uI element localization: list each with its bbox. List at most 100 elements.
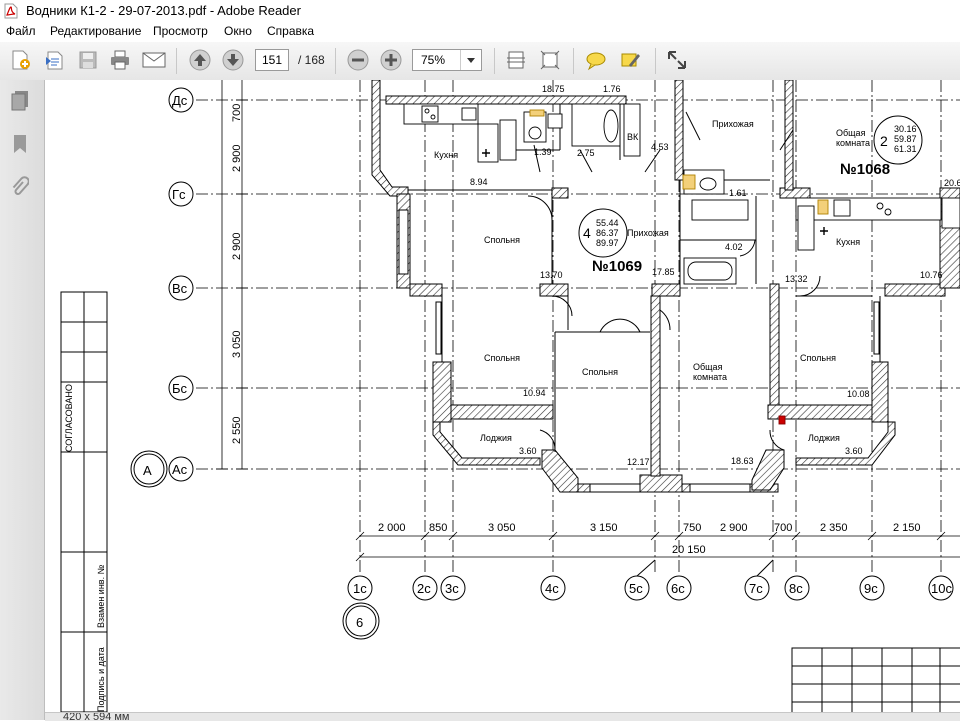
- row-dim-1: 700: [231, 104, 243, 122]
- room-kitchen-1069: Кухня: [434, 150, 458, 160]
- area-label-f: 1.61: [729, 188, 747, 198]
- apt-1069-number: №1069: [592, 258, 642, 275]
- area-label-c: 1.39: [534, 147, 552, 157]
- room-hall-1068-area: 4.02: [725, 242, 743, 252]
- email-button[interactable]: [141, 47, 167, 73]
- zoom-in-button[interactable]: [378, 47, 404, 73]
- area-label-e: 4.53: [651, 142, 669, 152]
- chevron-down-icon[interactable]: [460, 50, 481, 70]
- room-loggia-1: Лоджия: [480, 433, 512, 443]
- room-living-1: Общая комната: [693, 362, 727, 382]
- next-page-button[interactable]: [220, 47, 246, 73]
- room-bedroom-3-area: 12.17: [627, 457, 650, 467]
- column-dimension-chain: [355, 531, 960, 562]
- room-bedroom-3: Спольня: [582, 367, 618, 377]
- zoom-value: 75%: [421, 53, 446, 67]
- document-view[interactable]: СОГЛАСОВАНО Взамен инв. № Подпись и дата: [45, 80, 960, 712]
- col-dim-9: 2 150: [893, 522, 921, 534]
- apt-1068-area-total: 59.87: [894, 134, 917, 144]
- area-label-b: 1.76: [603, 84, 621, 94]
- stamp-label-replace: Взамен инв. №: [96, 564, 106, 628]
- menu-edit[interactable]: Редактирование: [50, 24, 141, 38]
- col-dim-5: 750: [683, 522, 701, 534]
- window-title: Водники К1-2 - 29-07-2013.pdf - Adobe Re…: [26, 3, 301, 18]
- fit-width-button[interactable]: [503, 47, 529, 73]
- fit-window-icon: [540, 50, 560, 70]
- minus-icon: [347, 49, 369, 71]
- col-dim-8: 2 350: [820, 522, 848, 534]
- area-label-a: 18.75: [542, 84, 565, 94]
- col-axis-10: 10с: [931, 581, 952, 596]
- menu-bar: Файл Редактирование Просмотр Окно Справк…: [0, 22, 960, 42]
- print-button[interactable]: [107, 47, 133, 73]
- title-block: [791, 647, 960, 712]
- comment-icon: [586, 52, 606, 71]
- arrow-down-icon: [222, 49, 244, 71]
- bookmark-icon: [14, 135, 26, 153]
- area-label-h: 20.6: [944, 178, 960, 188]
- menu-file[interactable]: Файл: [6, 24, 36, 38]
- col-dim-4: 3 150: [590, 522, 618, 534]
- row-axis-d: Дс: [172, 93, 188, 108]
- total-dim: 20 150: [672, 544, 706, 556]
- vk-label: ВК: [627, 132, 639, 142]
- room-kitchen-1068: Кухня: [836, 237, 860, 247]
- apt-1068-area-full: 61.31: [894, 144, 917, 154]
- bookmarks-panel-button[interactable]: [8, 132, 32, 156]
- attachments-panel-button[interactable]: [8, 175, 32, 199]
- expand-button[interactable]: [664, 47, 690, 73]
- fit-page-icon: [507, 51, 525, 69]
- room-living-2: Общая комната: [836, 128, 870, 148]
- room-loggia-1-area: 3.60: [519, 446, 537, 456]
- room-bedroom-4-area: 10.08: [847, 389, 870, 399]
- create-pdf-button[interactable]: [8, 47, 34, 73]
- row-axis-g: Гс: [172, 187, 186, 202]
- create-pdf-icon: [12, 50, 30, 70]
- room-loggia-2: Лоджия: [808, 433, 840, 443]
- page-total: / 168: [298, 53, 325, 67]
- col-dim-6: 2 900: [720, 522, 748, 534]
- row-dim-4: 3 050: [231, 330, 243, 358]
- row-dim-2: 2 900: [231, 144, 243, 172]
- col-dim-3: 3 050: [488, 522, 516, 534]
- row-axis-a: Ас: [172, 462, 188, 477]
- zoom-select[interactable]: 75%: [412, 49, 482, 71]
- column-axis-markers: [342, 559, 954, 640]
- col-axis-3: 3с: [445, 581, 459, 596]
- page-number-input[interactable]: 151: [255, 49, 289, 71]
- col-axis-5: 5с: [629, 581, 643, 596]
- room-bedroom-4: Спольня: [800, 353, 836, 363]
- prev-page-button[interactable]: [187, 47, 213, 73]
- room-living-1-area: 18.63: [731, 456, 754, 466]
- apt-1068-area-living: 30.16: [894, 124, 917, 134]
- fit-window-button[interactable]: [537, 47, 563, 73]
- toolbar: 151 / 168 75%: [0, 42, 960, 81]
- apt-1068-rooms: 2: [880, 133, 888, 149]
- edit-pdf-button[interactable]: [42, 47, 68, 73]
- title-bar: Водники К1-2 - 29-07-2013.pdf - Adobe Re…: [0, 0, 960, 23]
- col-axis-6: 6с: [671, 581, 685, 596]
- envelope-icon: [142, 52, 166, 68]
- col-axis-1: 1с: [353, 581, 367, 596]
- comment-button[interactable]: [583, 47, 609, 73]
- highlight-button[interactable]: [617, 47, 643, 73]
- apt-1069-rooms: 4: [583, 225, 591, 241]
- pages-panel-button[interactable]: [8, 88, 32, 112]
- apt-1069-area-living: 55.44: [596, 218, 619, 228]
- paperclip-icon: [12, 176, 29, 195]
- room-hall-1069-area: 17.85: [652, 267, 675, 277]
- room-kitchen-1068-area: 10.76: [920, 270, 943, 280]
- save-icon: [79, 51, 97, 69]
- col-axis-9: 9с: [864, 581, 878, 596]
- area-label-g: 13.32: [785, 274, 808, 284]
- room-bedroom-1-area: 13.70: [540, 270, 563, 280]
- zoom-out-button[interactable]: [345, 47, 371, 73]
- pages-icon: [11, 91, 28, 111]
- save-button[interactable]: [75, 47, 101, 73]
- menu-view[interactable]: Просмотр: [153, 24, 208, 38]
- col-axis-8: 8с: [789, 581, 803, 596]
- menu-window[interactable]: Окно: [224, 24, 252, 38]
- room-bedroom-2: Спольня: [484, 353, 520, 363]
- room-hall-1069: Прихожая: [627, 228, 669, 238]
- menu-help[interactable]: Справка: [267, 24, 314, 38]
